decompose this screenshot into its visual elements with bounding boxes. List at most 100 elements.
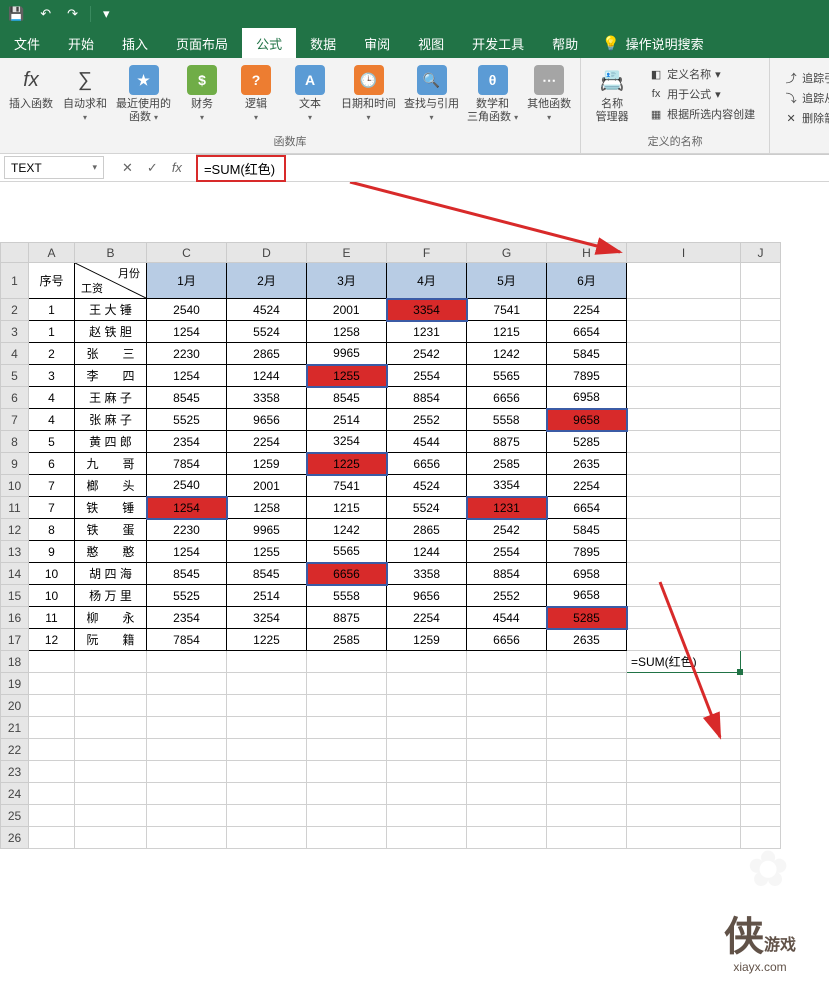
cell-empty[interactable] [741, 783, 781, 805]
cell-empty[interactable] [227, 783, 307, 805]
cell-empty[interactable] [387, 783, 467, 805]
cell-empty[interactable] [627, 695, 741, 717]
cell-data[interactable]: 5565 [307, 541, 387, 563]
col-header-C[interactable]: C [147, 243, 227, 263]
cell-data[interactable]: 8854 [387, 387, 467, 409]
cell-data[interactable]: 6656 [467, 629, 547, 651]
cell-data[interactable]: 7854 [147, 629, 227, 651]
cell-data[interactable]: 7895 [547, 365, 627, 387]
cell-data[interactable]: 2635 [547, 453, 627, 475]
cell-data[interactable]: 2552 [467, 585, 547, 607]
cell-empty[interactable] [387, 739, 467, 761]
cell-name[interactable]: 张 麻 子 [75, 409, 147, 431]
cell-empty[interactable] [741, 673, 781, 695]
cell-data[interactable]: 5565 [467, 365, 547, 387]
cell-data[interactable]: 2354 [147, 607, 227, 629]
cell-empty[interactable] [147, 673, 227, 695]
cell-empty[interactable] [227, 651, 307, 673]
cell-data[interactable]: 2552 [387, 409, 467, 431]
cell-empty[interactable] [627, 629, 741, 651]
cell-data[interactable]: 4524 [387, 475, 467, 497]
cell-seq[interactable]: 3 [29, 365, 75, 387]
row-header-26[interactable]: 26 [1, 827, 29, 849]
cell-data[interactable]: 1225 [307, 453, 387, 475]
cell-seq[interactable]: 8 [29, 519, 75, 541]
cell-empty[interactable] [75, 673, 147, 695]
cell-empty[interactable] [627, 365, 741, 387]
cell-empty[interactable] [29, 739, 75, 761]
cell-name[interactable]: 杨 万 里 [75, 585, 147, 607]
cell-empty[interactable] [147, 827, 227, 849]
cell-data[interactable]: 1258 [307, 321, 387, 343]
autosum-button[interactable]: ∑ 自动求和▾ [60, 62, 110, 126]
cell-seq[interactable]: 6 [29, 453, 75, 475]
col-header-B[interactable]: B [75, 243, 147, 263]
col-header-G[interactable]: G [467, 243, 547, 263]
cell-data[interactable]: 7854 [147, 453, 227, 475]
cell-empty[interactable] [307, 717, 387, 739]
trace-dependents-button[interactable]: ⤵追踪从属 [784, 90, 829, 106]
cell-empty[interactable] [741, 761, 781, 783]
cell-name[interactable]: 赵 铁 胆 [75, 321, 147, 343]
cell-empty[interactable] [29, 805, 75, 827]
cell-empty[interactable] [627, 387, 741, 409]
cell-empty[interactable] [741, 563, 781, 585]
cell-data[interactable]: 3358 [227, 387, 307, 409]
cell-data[interactable]: 1244 [387, 541, 467, 563]
row-header-20[interactable]: 20 [1, 695, 29, 717]
cell-name[interactable]: 李 四 [75, 365, 147, 387]
cell-data[interactable]: 4544 [387, 431, 467, 453]
cell-data[interactable]: 1255 [227, 541, 307, 563]
cell-data[interactable]: 2540 [147, 475, 227, 497]
cell-data[interactable]: 2230 [147, 519, 227, 541]
cell-data[interactable]: 2254 [547, 299, 627, 321]
cell-data[interactable]: 2254 [387, 607, 467, 629]
cell-empty[interactable] [227, 761, 307, 783]
row-header-7[interactable]: 7 [1, 409, 29, 431]
cancel-icon[interactable]: ✕ [122, 160, 133, 176]
cell-data[interactable]: 5525 [147, 585, 227, 607]
cell-empty[interactable] [467, 761, 547, 783]
menu-tab-开始[interactable]: 开始 [54, 28, 108, 58]
cell-empty[interactable] [307, 761, 387, 783]
cell-data[interactable]: 3254 [307, 431, 387, 453]
cell-seq[interactable]: 11 [29, 607, 75, 629]
cell-data[interactable]: 6958 [547, 563, 627, 585]
cell-data[interactable]: 1254 [147, 321, 227, 343]
cell-data[interactable]: 1254 [147, 541, 227, 563]
cell-data[interactable]: 2354 [147, 431, 227, 453]
cell-empty[interactable] [29, 717, 75, 739]
row-header-12[interactable]: 12 [1, 519, 29, 541]
col-header-A[interactable]: A [29, 243, 75, 263]
row-header-16[interactable]: 16 [1, 607, 29, 629]
fx-icon[interactable]: fx [172, 160, 182, 175]
cell-empty[interactable] [387, 761, 467, 783]
cell-data[interactable]: 2554 [467, 541, 547, 563]
cell-empty[interactable] [741, 299, 781, 321]
cell-name[interactable]: 九 哥 [75, 453, 147, 475]
cell-empty[interactable] [741, 343, 781, 365]
cell-data[interactable]: 6656 [387, 453, 467, 475]
cell-empty[interactable] [29, 695, 75, 717]
cell-data[interactable]: 1254 [147, 497, 227, 519]
cell-empty[interactable] [741, 805, 781, 827]
math-button[interactable]: θ 数学和 三角函数 ▾ [465, 62, 520, 126]
cell-empty[interactable] [29, 761, 75, 783]
cell-data[interactable]: 2540 [147, 299, 227, 321]
cell-data[interactable]: 1254 [147, 365, 227, 387]
cell-data[interactable]: 9656 [227, 409, 307, 431]
cell-data[interactable]: 5558 [307, 585, 387, 607]
cell-empty[interactable] [627, 673, 741, 695]
cell-empty[interactable] [147, 717, 227, 739]
cell-data[interactable]: 4544 [467, 607, 547, 629]
row-header-5[interactable]: 5 [1, 365, 29, 387]
row-header-21[interactable]: 21 [1, 717, 29, 739]
cell-empty[interactable] [307, 695, 387, 717]
cell-seq[interactable]: 1 [29, 321, 75, 343]
cell-seq[interactable]: 2 [29, 343, 75, 365]
create-from-selection-button[interactable]: ▦根据所选内容创建 [649, 106, 755, 122]
cell-empty[interactable] [467, 673, 547, 695]
cell-empty[interactable] [227, 673, 307, 695]
insert-function-button[interactable]: fx 插入函数 [6, 62, 56, 126]
cell-empty[interactable] [387, 673, 467, 695]
